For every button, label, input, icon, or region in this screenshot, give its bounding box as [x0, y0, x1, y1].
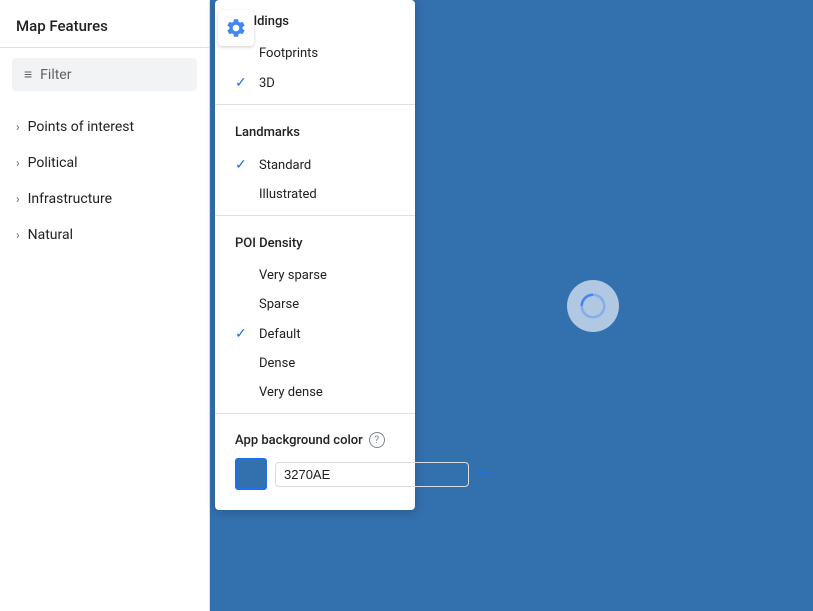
- dense-item[interactable]: Dense: [215, 349, 415, 378]
- sidebar: Map Features ≡ Filter › Points of intere…: [0, 0, 210, 611]
- color-swatch[interactable]: [235, 458, 267, 490]
- landmarks-label: Landmarks: [235, 125, 395, 140]
- chevron-icon: ›: [16, 156, 20, 170]
- sidebar-nav: › Points of interest › Political › Infra…: [0, 101, 209, 611]
- very-sparse-item[interactable]: Very sparse: [215, 261, 415, 290]
- sidebar-item-label: Points of interest: [28, 119, 134, 135]
- poi-density-section: POI Density: [215, 222, 415, 261]
- filter-icon: ≡: [24, 66, 32, 83]
- color-input-box: [275, 462, 469, 487]
- sidebar-item-label: Natural: [28, 227, 73, 243]
- gear-icon: [225, 17, 247, 39]
- dense-label: Dense: [259, 356, 295, 371]
- sidebar-item-label: Infrastructure: [28, 191, 112, 207]
- bg-color-label: App background color: [235, 433, 363, 448]
- divider-3: [215, 413, 415, 414]
- default-label: Default: [259, 327, 301, 342]
- sidebar-item-natural[interactable]: › Natural: [0, 217, 209, 253]
- very-sparse-label: Very sparse: [259, 268, 327, 283]
- sidebar-title: Map Features: [16, 17, 108, 35]
- color-input-row: —: [235, 458, 395, 490]
- sidebar-item-infrastructure[interactable]: › Infrastructure: [0, 181, 209, 217]
- settings-gear-button[interactable]: [218, 10, 254, 46]
- color-text-input[interactable]: [284, 467, 460, 482]
- filter-label: Filter: [40, 67, 71, 83]
- divider-1: [215, 104, 415, 105]
- sidebar-item-label: Political: [28, 155, 78, 171]
- check-icon: ✓: [235, 157, 253, 173]
- standard-label: Standard: [259, 158, 311, 173]
- default-item[interactable]: ✓ Default: [215, 319, 415, 349]
- chevron-icon: ›: [16, 120, 20, 134]
- buildings-label: Buildings: [235, 14, 395, 29]
- check-icon: ✓: [235, 75, 253, 91]
- poi-density-label: POI Density: [235, 236, 395, 251]
- 3d-item[interactable]: ✓ 3D: [215, 68, 415, 98]
- standard-item[interactable]: ✓ Standard: [215, 150, 415, 180]
- illustrated-item[interactable]: Illustrated: [215, 180, 415, 209]
- settings-dropdown: Buildings Footprints ✓ 3D Landmarks ✓ St…: [215, 0, 415, 510]
- filter-bar[interactable]: ≡ Filter: [12, 58, 197, 91]
- illustrated-label: Illustrated: [259, 187, 317, 202]
- sidebar-item-political[interactable]: › Political: [0, 145, 209, 181]
- bg-color-section: App background color ? —: [215, 420, 415, 494]
- landmarks-section: Landmarks: [215, 111, 415, 150]
- map-loading-indicator: [567, 280, 619, 332]
- sidebar-item-poi[interactable]: › Points of interest: [0, 109, 209, 145]
- chevron-icon: ›: [16, 192, 20, 206]
- chevron-icon: ›: [16, 228, 20, 242]
- footprints-label: Footprints: [259, 46, 318, 61]
- sidebar-header: Map Features: [0, 0, 209, 48]
- 3d-label: 3D: [259, 76, 275, 91]
- help-icon[interactable]: ?: [369, 432, 385, 448]
- very-dense-item[interactable]: Very dense: [215, 378, 415, 407]
- check-icon: ✓: [235, 326, 253, 342]
- sparse-item[interactable]: Sparse: [215, 290, 415, 319]
- very-dense-label: Very dense: [259, 385, 323, 400]
- bg-color-label-row: App background color ?: [235, 432, 395, 448]
- sparse-label: Sparse: [259, 297, 299, 312]
- color-clear-button[interactable]: —: [477, 465, 491, 483]
- divider-2: [215, 215, 415, 216]
